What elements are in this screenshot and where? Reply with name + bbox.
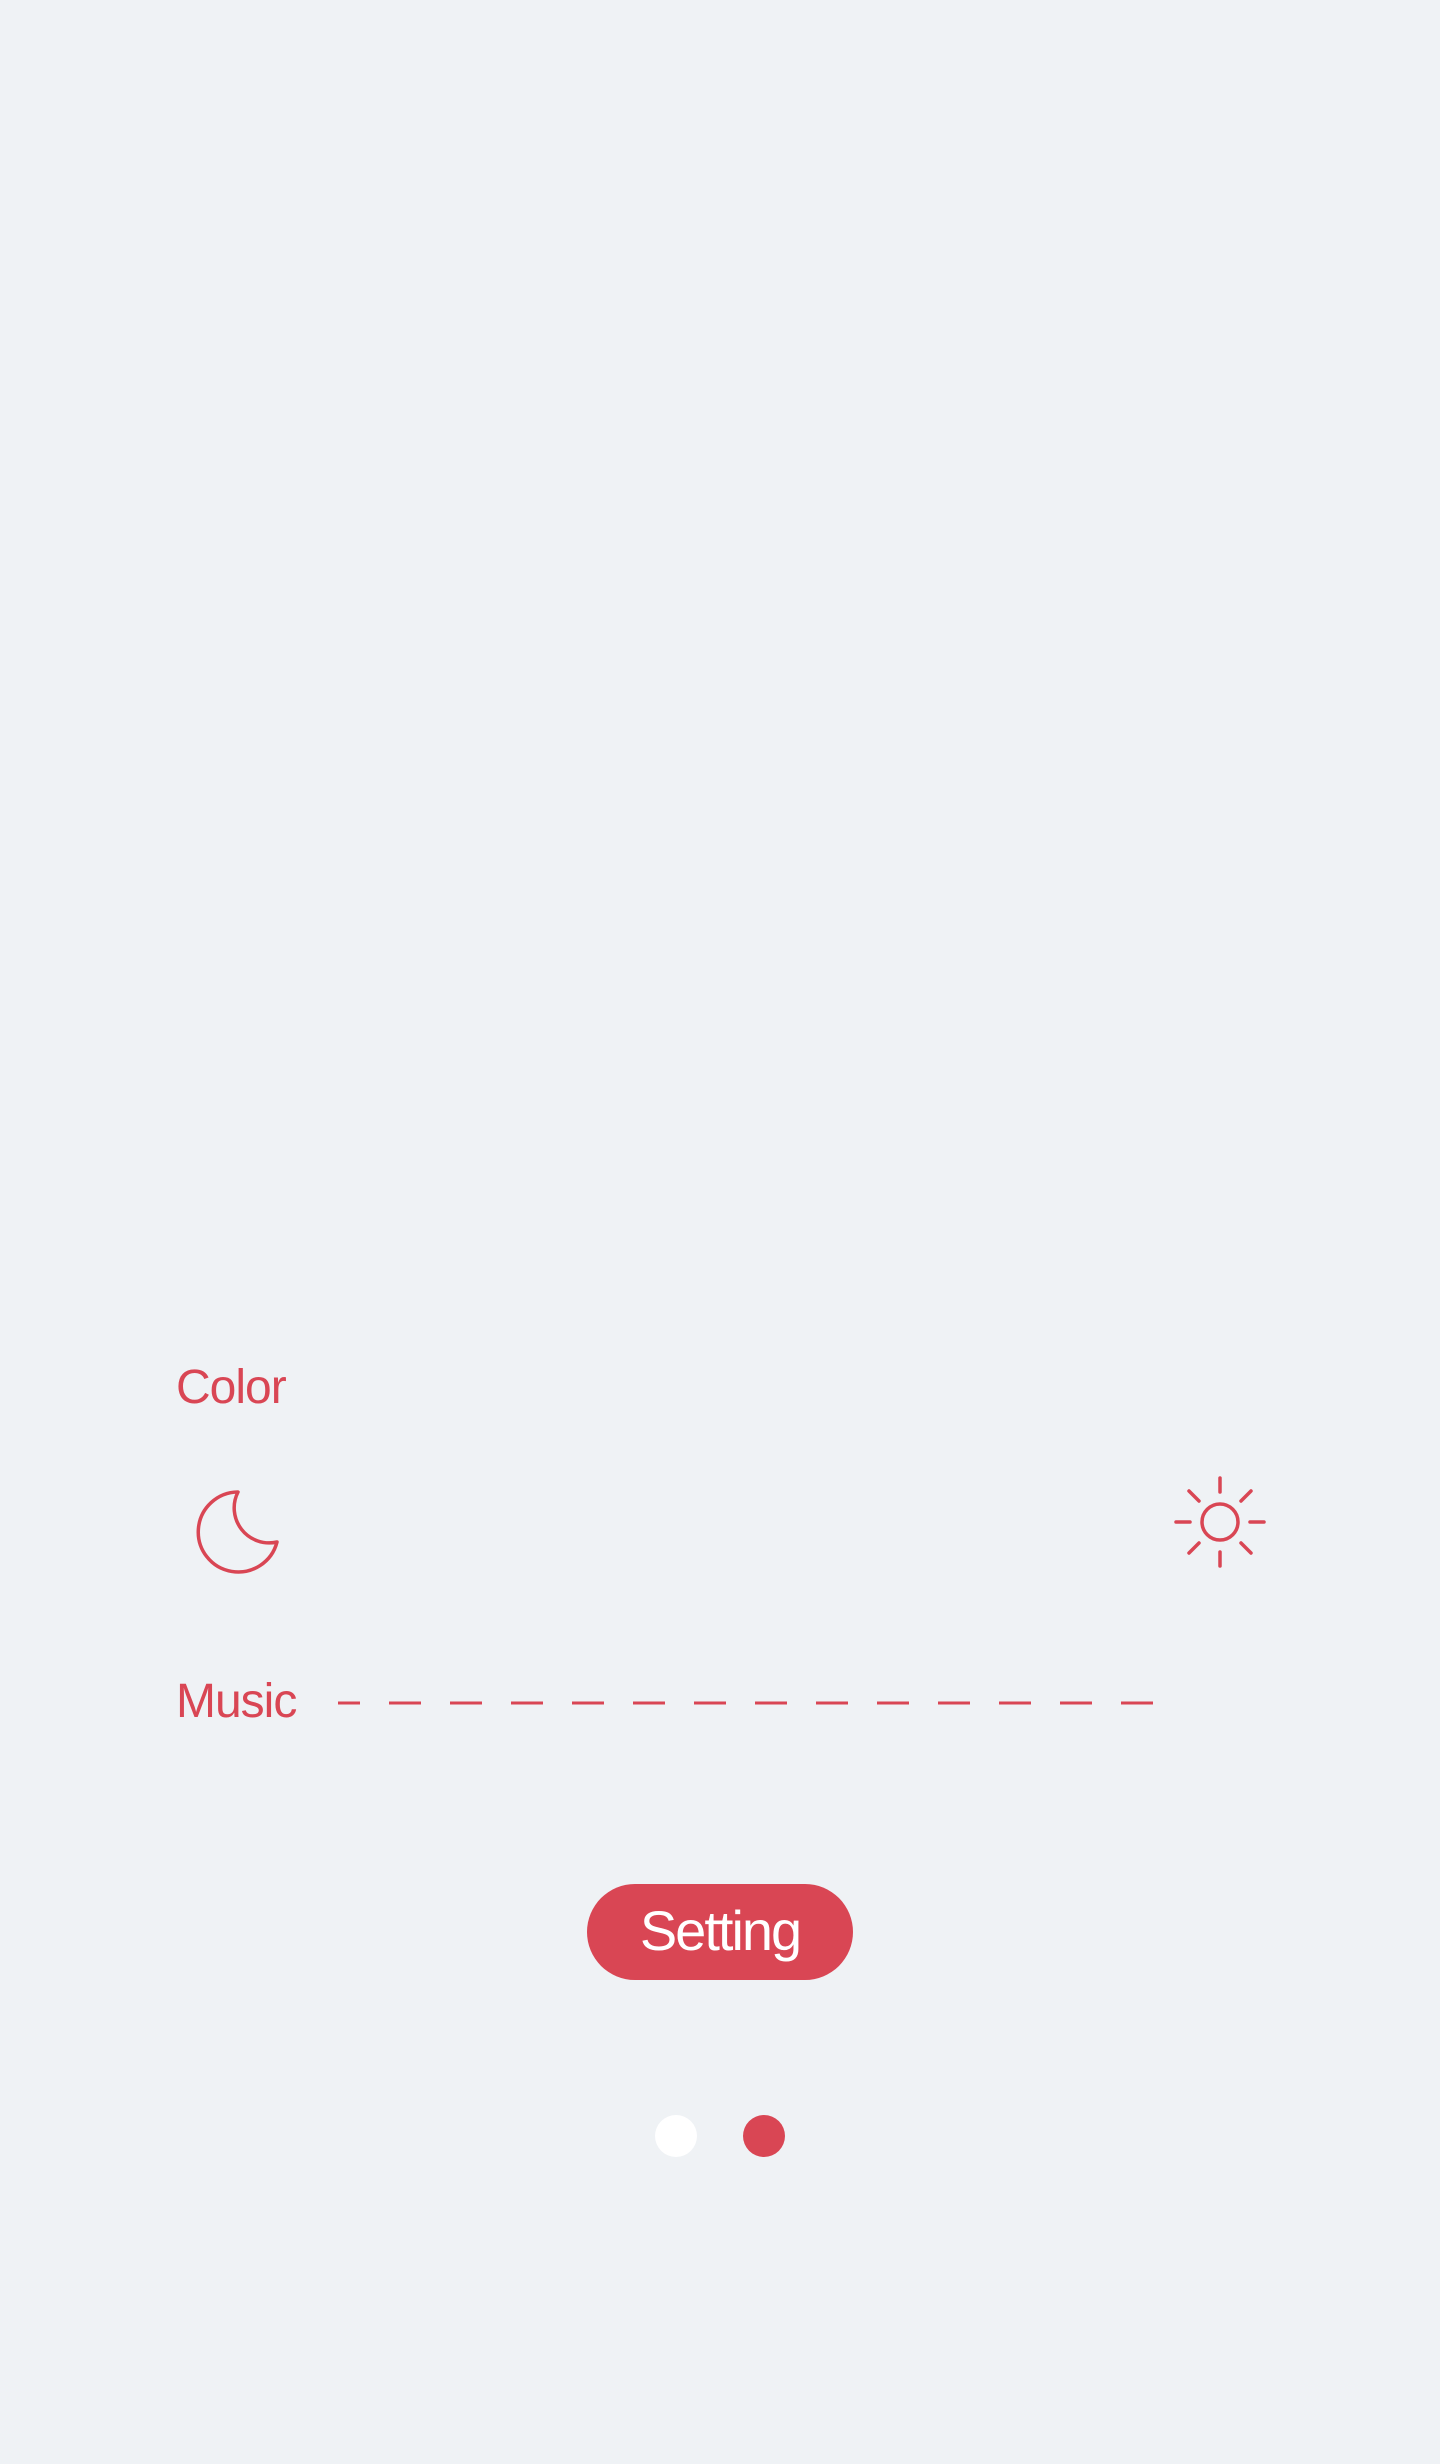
moon-icon[interactable] bbox=[190, 1480, 290, 1580]
setting-button[interactable]: Setting bbox=[587, 1884, 853, 1980]
color-section-label: Color bbox=[176, 1361, 287, 1414]
sun-icon[interactable] bbox=[1170, 1472, 1270, 1572]
music-slider[interactable] bbox=[336, 1690, 1156, 1716]
page-indicator-dot-2-active[interactable] bbox=[743, 2115, 785, 2157]
music-section-label: Music bbox=[176, 1675, 297, 1728]
page-indicator-dot-1[interactable] bbox=[655, 2115, 697, 2157]
